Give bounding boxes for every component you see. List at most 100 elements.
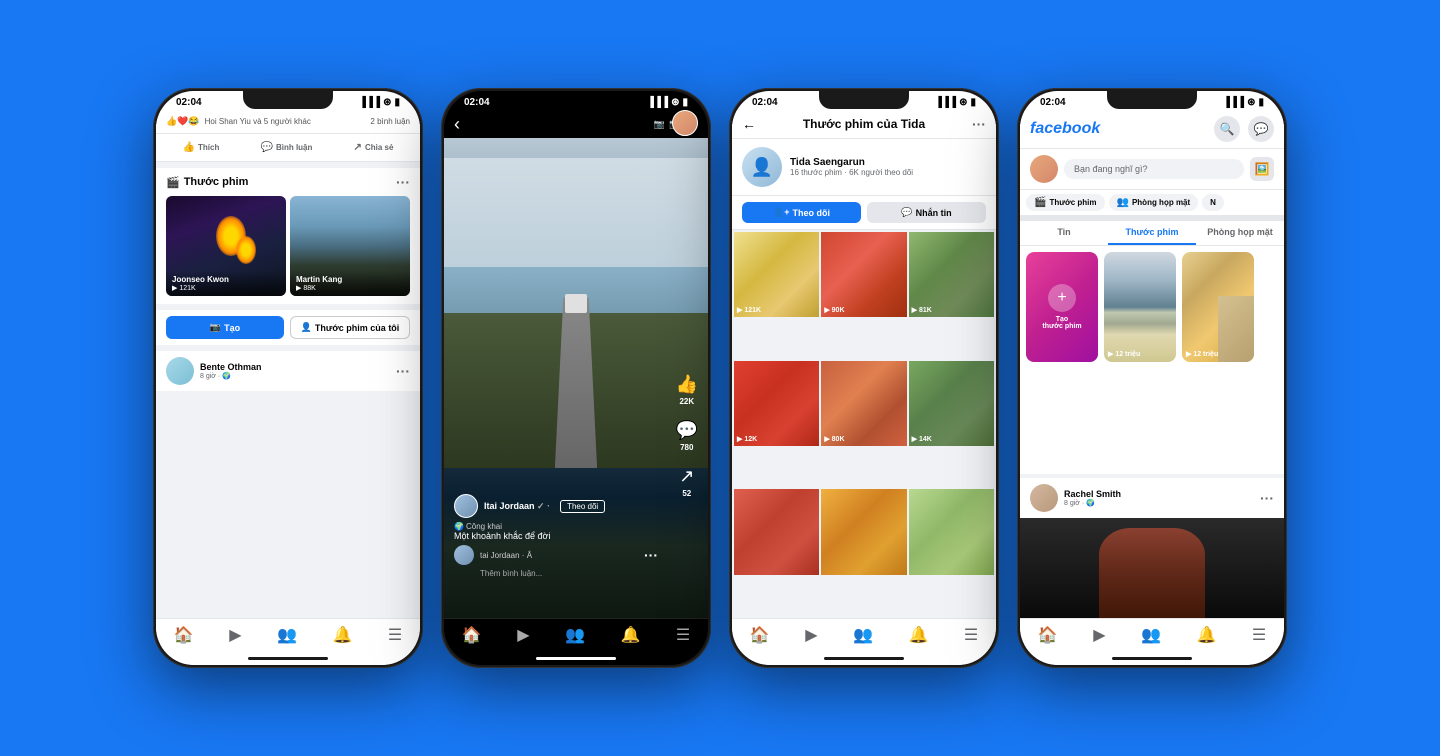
bottom-nav-3: 🏠 ▶ 👥 🔔 ☰ bbox=[732, 618, 996, 651]
menu-nav-4[interactable]: ☰ bbox=[1252, 625, 1266, 645]
reels-user-info: Itai Jordaan ✓ · Theo dõi bbox=[454, 494, 658, 518]
profile-avatar-3: 👤 bbox=[742, 147, 782, 187]
reels-quick-btn[interactable]: 🎬 Thước phim bbox=[1026, 194, 1105, 211]
groups-nav-2[interactable]: 👥 bbox=[565, 625, 585, 645]
reels-feed-4: + Tạothước phim ▶ 12 triệu bbox=[1020, 246, 1284, 474]
phone3-content: ← Thước phim của Tida ··· 👤 Tida Saengar… bbox=[732, 110, 996, 618]
messenger-btn-4[interactable]: 💬 bbox=[1248, 116, 1274, 142]
video-thumb-3-3[interactable]: ▶ 81K bbox=[909, 232, 994, 359]
video-thumb-3-9[interactable] bbox=[909, 489, 994, 616]
reel-card-3[interactable]: ▶ 12 triệu bbox=[1182, 252, 1254, 468]
comment-action[interactable]: 💬 780 bbox=[676, 420, 698, 452]
video-nav-2[interactable]: ▶ bbox=[517, 625, 529, 645]
video-thumb-1[interactable]: Joonseo Kwon ▶ 121K bbox=[166, 196, 286, 296]
globe-icon: 🌍 bbox=[454, 522, 464, 531]
thumb-bg-3-8 bbox=[821, 489, 906, 574]
reel-card-2[interactable]: ▶ 12 triệu bbox=[1104, 252, 1176, 468]
menu-nav-1[interactable]: ☰ bbox=[388, 625, 402, 645]
back-btn-3[interactable]: ← bbox=[742, 116, 756, 132]
groups-nav-3[interactable]: 👥 bbox=[853, 625, 873, 645]
message-btn-3[interactable]: 💬 Nhắn tin bbox=[867, 202, 986, 223]
follow-btn-reels[interactable]: Theo dõi bbox=[560, 500, 605, 513]
section-title-1: 🎬 Thước phim bbox=[166, 176, 248, 189]
video-thumb-3-8[interactable] bbox=[821, 489, 906, 616]
person-icon: 👤 bbox=[301, 322, 312, 333]
create-video-btn[interactable]: 📷 Tạo bbox=[166, 316, 284, 339]
camera-icon: 📷 bbox=[210, 322, 221, 333]
rooms-icon-quick: 👥 bbox=[1117, 197, 1129, 208]
post-more-btn[interactable]: ··· bbox=[396, 363, 410, 379]
video-thumb-3-5[interactable]: ▶ 80K bbox=[821, 361, 906, 488]
bell-nav-2[interactable]: 🔔 bbox=[620, 625, 640, 645]
thumb-inner-3-7 bbox=[734, 489, 819, 574]
comment-input-reels[interactable]: Thêm bình luận... bbox=[454, 569, 658, 578]
bell-nav-1[interactable]: 🔔 bbox=[332, 625, 352, 645]
tab-rooms[interactable]: Phòng họp mặt bbox=[1196, 221, 1284, 245]
follow-btn-3[interactable]: 👤+ Theo dõi bbox=[742, 202, 861, 223]
like-action[interactable]: 👍 22K bbox=[676, 374, 698, 406]
home-nav-3[interactable]: 🏠 bbox=[750, 625, 770, 645]
time-3: 02:04 bbox=[752, 97, 778, 108]
reels-caption: Một khoảnh khắc để đời bbox=[454, 531, 658, 541]
post-image-4 bbox=[1020, 518, 1284, 618]
search-btn-4[interactable]: 🔍 bbox=[1214, 116, 1240, 142]
reel-bg-mountain bbox=[1104, 252, 1176, 362]
video-icon: 🎬 bbox=[166, 176, 180, 189]
profile-actions: 👤+ Theo dõi 💬 Nhắn tin bbox=[732, 196, 996, 230]
post-more-btn-4[interactable]: ··· bbox=[1260, 490, 1274, 506]
menu-nav-2[interactable]: ☰ bbox=[676, 625, 690, 645]
menu-nav-3[interactable]: ☰ bbox=[964, 625, 978, 645]
my-reels-btn[interactable]: 👤 Thước phim của tôi bbox=[290, 316, 410, 339]
user-details-1: Bente Othman 8 giờ · 🌍 bbox=[200, 362, 262, 380]
bell-nav-4[interactable]: 🔔 bbox=[1196, 625, 1216, 645]
video-nav-3[interactable]: ▶ bbox=[805, 625, 817, 645]
share-btn[interactable]: ↗ Chia sẻ bbox=[348, 138, 400, 157]
video-thumb-3-4[interactable]: ▶ 12K bbox=[734, 361, 819, 488]
video-nav-4[interactable]: ▶ bbox=[1093, 625, 1105, 645]
add-photo-btn[interactable]: 🖼️ bbox=[1250, 157, 1274, 181]
video-thumb-2[interactable]: Martin Kang ▶ 88K bbox=[290, 196, 410, 296]
groups-nav-4[interactable]: 👥 bbox=[1141, 625, 1161, 645]
more-options-btn[interactable]: ··· bbox=[396, 174, 410, 190]
reel-create-card[interactable]: + Tạothước phim bbox=[1026, 252, 1098, 468]
reels-video[interactable]: 👍 22K 💬 780 ↗ 52 bbox=[444, 138, 708, 618]
video-nav-1[interactable]: ▶ bbox=[229, 625, 241, 645]
back-btn-2[interactable]: ‹ bbox=[454, 114, 460, 135]
comment-btn[interactable]: 💬 Bình luận bbox=[255, 138, 319, 157]
video-thumb-3-2[interactable]: ▶ 90K bbox=[821, 232, 906, 359]
share-count-reels: 52 bbox=[682, 489, 691, 498]
tab-reels[interactable]: Thước phim bbox=[1108, 221, 1196, 245]
home-nav-1[interactable]: 🏠 bbox=[174, 625, 194, 645]
home-bar-3 bbox=[824, 657, 904, 660]
tab-tin[interactable]: Tin bbox=[1020, 221, 1108, 245]
message-icon: 💬 bbox=[901, 207, 912, 218]
more-quick-btn[interactable]: N bbox=[1202, 194, 1224, 211]
more-options-reels[interactable]: ··· bbox=[644, 547, 658, 563]
signal-icons-2: ▐▐▐ ⊛ ▮ bbox=[647, 97, 688, 108]
home-bar-2 bbox=[536, 657, 616, 660]
like-emoji: 👍❤️😂 bbox=[166, 116, 200, 127]
rooms-quick-btn[interactable]: 👥 Phòng họp mặt bbox=[1109, 194, 1199, 211]
like-btn[interactable]: 👍 Thích bbox=[177, 138, 226, 157]
thumb-views-3-3: ▶ 81K bbox=[912, 306, 932, 314]
thumb-bg-3-1 bbox=[734, 232, 819, 317]
profile-more-btn[interactable]: ··· bbox=[972, 116, 986, 132]
video-thumb-3-1[interactable]: ▶ 121K bbox=[734, 232, 819, 359]
home-indicator-1 bbox=[156, 651, 420, 665]
video-thumb-3-7[interactable] bbox=[734, 489, 819, 616]
fb-header: facebook 🔍 💬 bbox=[1020, 110, 1284, 149]
home-nav-4[interactable]: 🏠 bbox=[1038, 625, 1058, 645]
groups-nav-1[interactable]: 👥 bbox=[277, 625, 297, 645]
what-thinking-input[interactable]: Bạn đang nghĩ gì? bbox=[1064, 159, 1244, 179]
share-action[interactable]: ↗ 52 bbox=[679, 466, 694, 498]
bell-nav-3[interactable]: 🔔 bbox=[908, 625, 928, 645]
reels-visual bbox=[444, 158, 708, 468]
video-thumb-3-6[interactable]: ▶ 14K bbox=[909, 361, 994, 488]
phone4-content: facebook 🔍 💬 Bạn đang nghĩ gì? 🖼️ 🎬 bbox=[1020, 110, 1284, 618]
like-count-reels: 22K bbox=[679, 397, 694, 406]
home-indicator-2 bbox=[444, 651, 708, 665]
thumb-inner-3-2: ▶ 90K bbox=[821, 232, 906, 317]
tabs-bar: Tin Thước phim Phòng họp mặt bbox=[1020, 221, 1284, 246]
user-avatar-2[interactable] bbox=[672, 110, 698, 136]
home-nav-2[interactable]: 🏠 bbox=[462, 625, 482, 645]
